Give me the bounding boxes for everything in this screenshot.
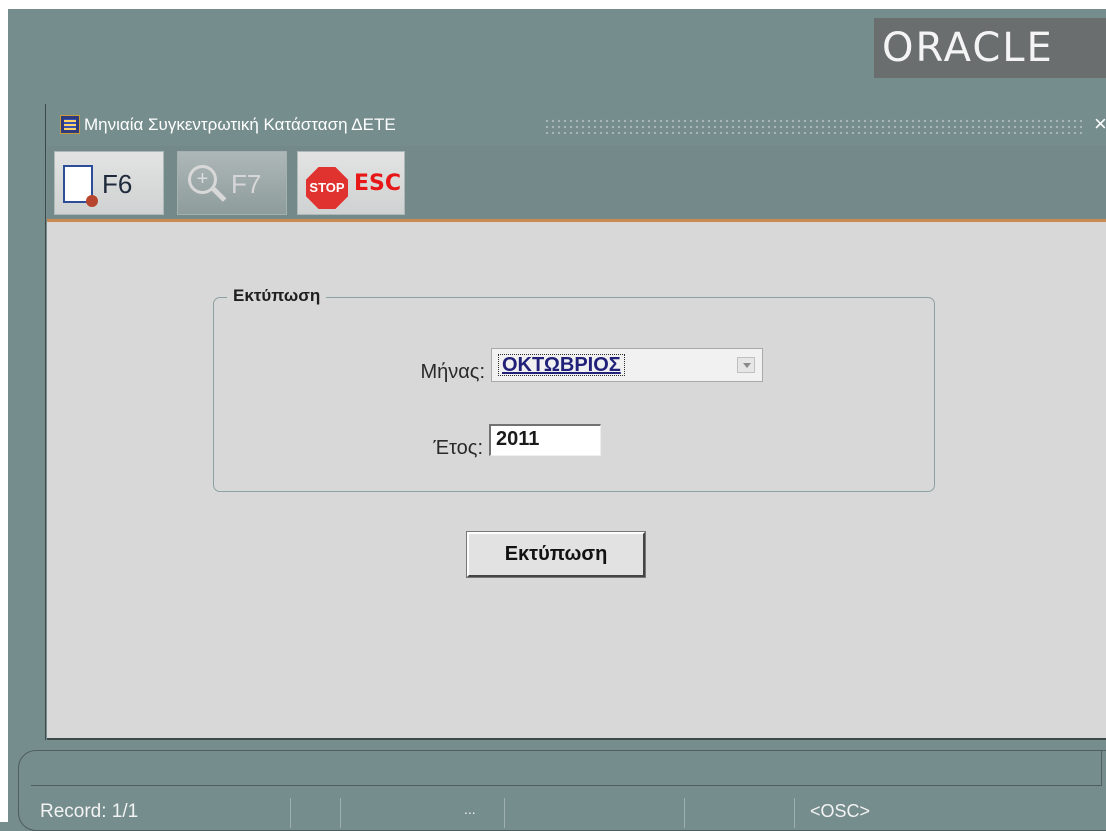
- month-select[interactable]: ΟΚΤΩΒΡΙΟΣ: [491, 348, 763, 382]
- f7-label: F7: [231, 169, 262, 199]
- form-window: Μηνιαία Συγκεντρωτική Κατάσταση ΔΕΤΕ × F…: [45, 104, 1106, 740]
- record-indicator: Record: 1/1: [40, 798, 290, 828]
- form-canvas: Εκτύπωση Μήνας: ΟΚΤΩΒΡΙΟΣ Έτος: 2011 Εκτ…: [47, 222, 1106, 740]
- window-titlebar[interactable]: Μηνιαία Συγκεντρωτική Κατάσταση ΔΕΤΕ ×: [46, 104, 1106, 146]
- status-cell-empty: [504, 798, 684, 828]
- close-icon[interactable]: ×: [1094, 112, 1106, 136]
- oracle-logo: ORACLE: [874, 18, 1106, 78]
- f6-label: F6: [102, 169, 133, 199]
- desktop-background: ORACLE Μηνιαία Συγκεντρωτική Κατάσταση Δ…: [0, 0, 1106, 831]
- esc-label: ESC: [354, 171, 402, 196]
- zoom-icon: +: [188, 165, 217, 194]
- toolbar: F6 + F7 STOP ESC: [47, 146, 1106, 222]
- list-values-indicator: ...: [464, 801, 476, 817]
- month-value: ΟΚΤΩΒΡΙΟΣ: [498, 354, 625, 376]
- stop-icon: STOP: [306, 167, 348, 209]
- month-label: Μήνας:: [420, 361, 485, 383]
- form-icon: [60, 115, 80, 134]
- mode-text: <OSC>: [810, 801, 871, 821]
- f7-zoom-button[interactable]: + F7: [177, 151, 287, 215]
- new-document-icon: [63, 165, 98, 207]
- status-cell-empty: [684, 798, 794, 828]
- year-input[interactable]: 2011: [489, 424, 601, 456]
- message-line: [31, 751, 1102, 786]
- status-cell-empty: [290, 798, 340, 828]
- status-cell-list-values: ...: [340, 798, 504, 828]
- titlebar-grip: [544, 118, 1086, 134]
- status-line: Record: 1/1 ... <OSC>: [19, 787, 1106, 828]
- record-text: Record: 1/1: [40, 801, 139, 822]
- esc-stop-button[interactable]: STOP ESC: [297, 151, 405, 215]
- chevron-down-icon[interactable]: [737, 357, 755, 373]
- f6-new-button[interactable]: F6: [54, 151, 164, 215]
- window-title: Μηνιαία Συγκεντρωτική Κατάσταση ΔΕΤΕ: [84, 115, 396, 134]
- mode-indicator: <OSC>: [794, 798, 904, 828]
- print-button[interactable]: Εκτύπωση: [466, 531, 646, 578]
- year-label: Έτος:: [433, 437, 483, 459]
- print-group-title: Εκτύπωση: [227, 286, 327, 306]
- status-frame: Record: 1/1 ... <OSC>: [18, 750, 1106, 831]
- print-parameters-group: Εκτύπωση Μήνας: ΟΚΤΩΒΡΙΟΣ Έτος: 2011: [213, 286, 935, 492]
